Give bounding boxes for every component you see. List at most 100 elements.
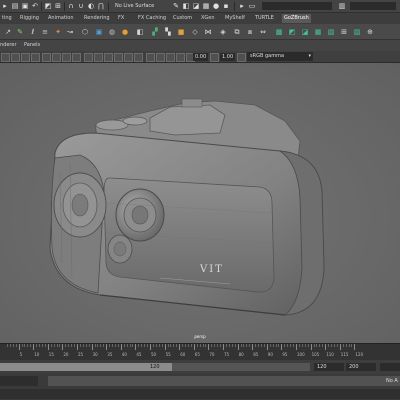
range-handle[interactable] bbox=[0, 363, 172, 371]
textured-icon[interactable] bbox=[114, 53, 123, 62]
ambient-occlusion-icon[interactable] bbox=[176, 53, 185, 62]
shelf-checker-icon[interactable]: ▨ bbox=[352, 27, 362, 37]
smooth-shade-icon[interactable] bbox=[94, 53, 103, 62]
timeline-minor-tick bbox=[272, 344, 274, 347]
xray-joints-icon[interactable] bbox=[166, 53, 175, 62]
shelf-bridge-icon[interactable]: ▚ bbox=[163, 27, 173, 37]
shelf-brush-icon[interactable]: ✦ bbox=[53, 27, 63, 37]
command-input[interactable] bbox=[0, 376, 38, 386]
shelf-tool-icon[interactable]: ⊕ bbox=[365, 27, 375, 37]
snap-grid-icon[interactable]: ⊞ bbox=[54, 2, 62, 10]
timeline-minor-tick bbox=[231, 344, 233, 347]
gate-mask-icon[interactable] bbox=[62, 53, 71, 62]
gamma-field[interactable]: 1.00 bbox=[220, 53, 236, 61]
anim-end-field[interactable]: 120 bbox=[314, 363, 344, 371]
snap-point-icon[interactable]: ∪ bbox=[77, 2, 85, 10]
exposure-field[interactable]: 0.00 bbox=[193, 53, 209, 61]
tab-xgen[interactable]: XGen bbox=[199, 14, 217, 23]
shelf-smooth-icon[interactable]: ◈ bbox=[218, 27, 228, 37]
shelf-cube-icon[interactable]: ■ bbox=[176, 27, 186, 37]
snap-curve-icon[interactable]: ∩ bbox=[67, 2, 75, 10]
shelf-curve-icon[interactable]: ↗ bbox=[3, 27, 13, 37]
shelf-curve-tool-icon[interactable]: ↝ bbox=[65, 27, 75, 37]
hypershade-icon[interactable]: ● bbox=[212, 2, 220, 10]
tab-rigging[interactable]: Rigging bbox=[18, 14, 41, 23]
shelf-uv-layout-icon[interactable]: ▦ bbox=[313, 27, 323, 37]
select-mode-icon[interactable]: ◩ bbox=[44, 2, 52, 10]
lights-icon[interactable] bbox=[124, 53, 133, 62]
shelf-extrude-icon[interactable]: ▞ bbox=[150, 27, 160, 37]
time-slider[interactable]: 5 10 15 20 25 30 35 40 45 50 55 60 65 70 75 80 85 90 95 100… bbox=[0, 343, 400, 360]
field-chart-icon[interactable] bbox=[72, 53, 81, 62]
frame-rate-select[interactable] bbox=[380, 363, 400, 371]
magnet-icon[interactable]: ⋂ bbox=[97, 2, 105, 10]
tab-rendering[interactable]: Rendering bbox=[82, 14, 112, 23]
shelf-grid-icon[interactable]: ⊞ bbox=[339, 27, 349, 37]
folder-icon[interactable]: ▤ bbox=[11, 2, 19, 10]
bookmark-icon[interactable] bbox=[11, 53, 20, 62]
shelf-split-icon[interactable]: ◧ bbox=[135, 27, 145, 37]
shelf-pencil-icon[interactable]: ✎ bbox=[15, 27, 25, 37]
camera-attributes-icon[interactable] bbox=[1, 53, 10, 62]
timeline-minor-tick bbox=[333, 344, 335, 347]
menu-renderer[interactable]: nderer bbox=[0, 41, 17, 50]
shelf-uv-editor-icon[interactable]: ◩ bbox=[287, 27, 297, 37]
menu-panels[interactable]: Panels bbox=[24, 41, 40, 50]
tab-myshelf[interactable]: MyShelf bbox=[223, 14, 247, 23]
color-management-icon[interactable] bbox=[237, 53, 246, 62]
live-surface-label[interactable]: No Live Surface bbox=[115, 1, 154, 11]
grid-toggle-icon[interactable] bbox=[31, 53, 40, 62]
shelf-polygon-icon[interactable]: ⬡ bbox=[80, 27, 90, 37]
history-icon[interactable]: ✎ bbox=[172, 2, 180, 10]
toggle-panel-icon[interactable]: ▥ bbox=[338, 2, 346, 10]
isolate-select-icon[interactable] bbox=[146, 53, 155, 62]
camera-icon[interactable]: ▪ bbox=[222, 2, 230, 10]
shelf-merge-icon[interactable]: ⋈ bbox=[203, 27, 213, 37]
shelf-separate-icon[interactable]: ⧈ bbox=[245, 27, 255, 37]
frame-rate-value[interactable]: No A bbox=[386, 377, 398, 385]
viewport[interactable]: VIT bbox=[0, 63, 400, 343]
shelf-bevel-icon[interactable]: ◇ bbox=[190, 27, 200, 37]
tab-animation[interactable]: Animation bbox=[46, 14, 76, 23]
playback-end-field[interactable]: 200 bbox=[346, 363, 376, 371]
command-search-field[interactable] bbox=[350, 2, 396, 10]
render-settings-icon[interactable]: ▦ bbox=[202, 2, 210, 10]
shelf-cylinder-icon[interactable]: ◍ bbox=[107, 27, 117, 37]
shelf-uv-icon[interactable]: ▩ bbox=[274, 27, 284, 37]
shelf-poly-cube-icon[interactable]: ▣ bbox=[94, 27, 104, 37]
tab-fx[interactable]: FX bbox=[116, 14, 126, 23]
shelf-uv-unfold-icon[interactable]: ◪ bbox=[300, 27, 310, 37]
render-icon[interactable]: ◧ bbox=[182, 2, 190, 10]
snap-view-icon[interactable]: ◐ bbox=[87, 2, 95, 10]
timeline-minor-tick bbox=[24, 344, 26, 347]
gamma-icon[interactable] bbox=[210, 53, 219, 62]
tab-gozbrush[interactable]: GoZBrush bbox=[282, 14, 311, 23]
wireframe-on-shaded-icon[interactable] bbox=[104, 53, 113, 62]
color-space-select[interactable]: sRGB gamma ▾ bbox=[247, 52, 313, 61]
shadows-icon[interactable] bbox=[134, 53, 143, 62]
film-gate-icon[interactable] bbox=[42, 53, 51, 62]
timeline-minor-tick bbox=[249, 344, 251, 347]
quick-rename-field[interactable] bbox=[262, 2, 332, 10]
menu-set-arrow-icon[interactable]: ▸ bbox=[1, 2, 9, 10]
shelf-ruler-icon[interactable]: ≡ bbox=[40, 27, 50, 37]
shelf-lasso-icon[interactable]: ℓ bbox=[28, 27, 38, 37]
tab-turtle[interactable]: TURTLE bbox=[253, 14, 276, 23]
image-plane-icon[interactable] bbox=[21, 53, 30, 62]
tab-fx-caching[interactable]: FX Caching bbox=[136, 14, 168, 23]
input-field-icon[interactable]: ▭ bbox=[248, 2, 256, 10]
playblast-icon[interactable]: ▸ bbox=[238, 2, 246, 10]
wireframe-icon[interactable] bbox=[84, 53, 93, 62]
timeline-minor-tick bbox=[187, 344, 189, 347]
shelf-mirror-icon[interactable]: ⇔ bbox=[258, 27, 268, 37]
xray-icon[interactable] bbox=[156, 53, 165, 62]
tab-custom[interactable]: Custom bbox=[171, 14, 194, 23]
tab-modeling[interactable]: ting bbox=[0, 14, 14, 23]
save-icon[interactable]: ▣ bbox=[21, 2, 29, 10]
undo-icon[interactable]: ↶ bbox=[31, 2, 39, 10]
ipr-render-icon[interactable]: ◪ bbox=[192, 2, 200, 10]
shelf-uv-cut-icon[interactable]: ▧ bbox=[326, 27, 336, 37]
resolution-gate-icon[interactable] bbox=[52, 53, 61, 62]
shelf-combine-icon[interactable]: ⧉ bbox=[232, 27, 242, 37]
shelf-sphere-icon[interactable]: ● bbox=[120, 27, 130, 37]
